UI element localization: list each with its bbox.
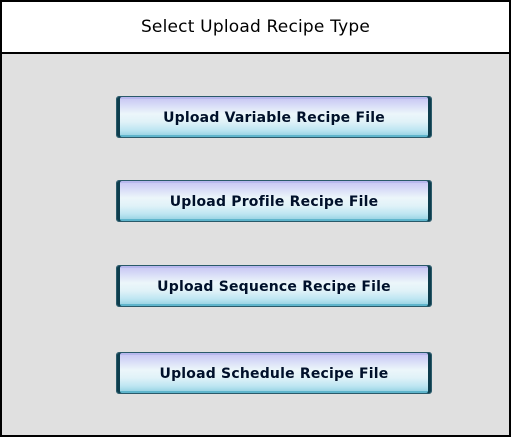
upload-sequence-recipe-label: Upload Sequence Recipe File bbox=[157, 279, 391, 295]
upload-schedule-recipe-button[interactable]: Upload Schedule Recipe File bbox=[116, 352, 432, 394]
upload-recipe-dialog: Select Upload Recipe Type Upload Variabl… bbox=[0, 0, 511, 437]
upload-schedule-recipe-label: Upload Schedule Recipe File bbox=[159, 366, 389, 382]
upload-variable-recipe-button[interactable]: Upload Variable Recipe File bbox=[116, 96, 432, 138]
upload-profile-recipe-label: Upload Profile Recipe File bbox=[169, 194, 379, 210]
upload-profile-recipe-button[interactable]: Upload Profile Recipe File bbox=[116, 180, 432, 222]
dialog-title: Select Upload Recipe Type bbox=[140, 17, 371, 37]
dialog-title-bar: Select Upload Recipe Type bbox=[2, 2, 509, 54]
upload-sequence-recipe-button[interactable]: Upload Sequence Recipe File bbox=[116, 265, 432, 307]
upload-variable-recipe-label: Upload Variable Recipe File bbox=[163, 110, 385, 126]
